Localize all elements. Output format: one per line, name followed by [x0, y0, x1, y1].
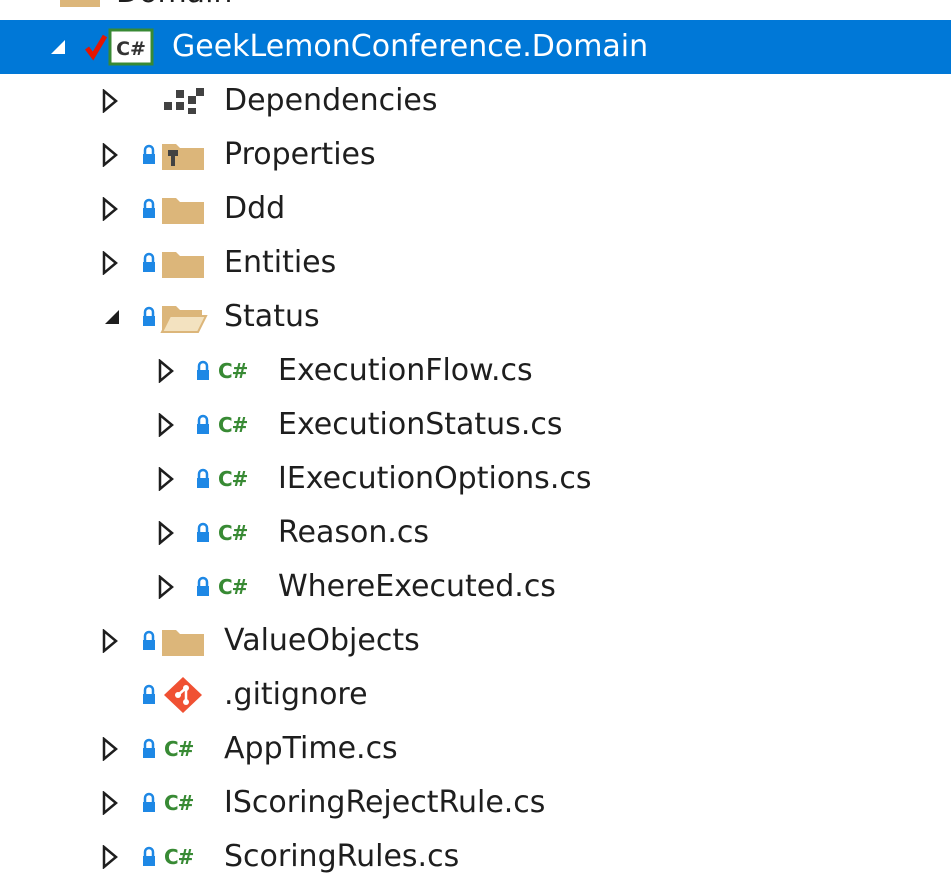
lock-icon — [140, 675, 158, 715]
checkmark-icon — [84, 27, 108, 67]
csharp-file-icon: C# — [218, 413, 248, 437]
tree-row-reason[interactable]: C# Reason.cs — [0, 506, 951, 560]
expand-arrow-icon[interactable] — [100, 197, 120, 221]
tree-item-label: Entities — [224, 245, 337, 280]
csharp-file-icon: C# — [218, 359, 248, 383]
folder-icon — [160, 621, 206, 661]
folder-icon — [160, 243, 206, 283]
lock-icon — [140, 621, 158, 661]
lock-icon — [194, 567, 212, 607]
expand-arrow-icon[interactable] — [156, 467, 176, 491]
expand-arrow-icon[interactable] — [100, 251, 120, 275]
tree-row-properties[interactable]: Properties — [0, 128, 951, 182]
tree-item-label: Domain — [116, 0, 232, 20]
tree-item-label: Properties — [224, 137, 376, 172]
tree-row-executionstatus[interactable]: C# ExecutionStatus.cs — [0, 398, 951, 452]
tree-row-executionflow[interactable]: C# ExecutionFlow.cs — [0, 344, 951, 398]
tree-item-label: ExecutionFlow.cs — [278, 353, 533, 388]
tree-item-label: ValueObjects — [224, 623, 420, 658]
csharp-file-icon: C# — [218, 575, 248, 599]
tree-row-ddd[interactable]: Ddd — [0, 182, 951, 236]
tree-item-label: Reason.cs — [278, 515, 429, 550]
tree-row-gitignore[interactable]: .gitignore — [0, 668, 951, 722]
lock-icon — [140, 189, 158, 229]
tree-row-domain[interactable]: Domain — [0, 0, 951, 20]
tree-row-apptime[interactable]: C# AppTime.cs — [0, 722, 951, 776]
expand-arrow-icon[interactable] — [100, 89, 120, 113]
expand-arrow-icon[interactable] — [156, 359, 176, 383]
expand-arrow-icon[interactable] — [100, 629, 120, 653]
tree-item-label: GeekLemonConference.Domain — [172, 29, 649, 64]
lock-icon — [194, 459, 212, 499]
tree-item-label: ExecutionStatus.cs — [278, 407, 563, 442]
tree-item-label: WhereExecuted.cs — [278, 569, 556, 604]
git-icon — [162, 675, 204, 715]
tree-row-iscoringrejectrule[interactable]: C# IScoringRejectRule.cs — [0, 776, 951, 830]
collapse-arrow-icon[interactable] — [48, 35, 68, 59]
folder-icon — [160, 189, 206, 229]
expand-arrow-icon[interactable] — [100, 845, 120, 869]
tree-item-label: Dependencies — [224, 83, 438, 118]
tree-item-label: Ddd — [224, 191, 286, 226]
expand-arrow-icon[interactable] — [100, 737, 120, 761]
dependencies-icon — [160, 81, 208, 121]
tree-item-label: Status — [224, 299, 320, 334]
tree-row-valueobjects[interactable]: ValueObjects — [0, 614, 951, 668]
tree-row-scoringrules[interactable]: C# ScoringRules.cs — [0, 830, 951, 884]
csharp-file-icon: C# — [218, 521, 248, 545]
expand-arrow-icon[interactable] — [156, 575, 176, 599]
lock-icon — [140, 783, 158, 823]
lock-icon — [194, 405, 212, 445]
lock-icon — [140, 837, 158, 877]
lock-icon — [194, 513, 212, 553]
csharp-file-icon: C# — [164, 845, 194, 869]
tree-row-iexecutionoptions[interactable]: C# IExecutionOptions.cs — [0, 452, 951, 506]
expand-arrow-icon[interactable] — [156, 413, 176, 437]
expand-arrow-icon[interactable] — [100, 791, 120, 815]
csharp-file-icon: C# — [164, 791, 194, 815]
open-folder-icon — [160, 297, 208, 337]
csharp-file-icon: C# — [164, 737, 194, 761]
tree-row-whereexecuted[interactable]: C# WhereExecuted.cs — [0, 560, 951, 614]
solution-explorer-tree: Domain C# GeekLemonConference.Domain — [0, 0, 951, 894]
lock-icon — [140, 297, 158, 337]
tree-row-dependencies[interactable]: Dependencies — [0, 74, 951, 128]
tree-item-label: IScoringRejectRule.cs — [224, 785, 546, 820]
svg-text:C#: C# — [116, 38, 146, 60]
csharp-file-icon: C# — [218, 467, 248, 491]
tree-row-status[interactable]: Status — [0, 290, 951, 344]
tree-item-label: .gitignore — [224, 677, 368, 712]
expand-arrow-icon[interactable] — [100, 143, 120, 167]
folder-icon — [58, 0, 102, 13]
collapse-arrow-icon[interactable] — [0, 0, 20, 5]
csharp-project-icon: C# — [108, 27, 154, 67]
lock-icon — [140, 729, 158, 769]
lock-icon — [194, 351, 212, 391]
lock-icon — [140, 135, 158, 175]
lock-icon — [140, 243, 158, 283]
tree-item-label: AppTime.cs — [224, 731, 398, 766]
expand-arrow-icon[interactable] — [156, 521, 176, 545]
tree-item-label: IExecutionOptions.cs — [278, 461, 592, 496]
tree-row-project[interactable]: C# GeekLemonConference.Domain — [0, 20, 951, 74]
tree-row-entities[interactable]: Entities — [0, 236, 951, 290]
collapse-arrow-icon[interactable] — [102, 305, 122, 329]
tree-item-label: ScoringRules.cs — [224, 839, 460, 874]
properties-folder-icon — [160, 135, 206, 175]
